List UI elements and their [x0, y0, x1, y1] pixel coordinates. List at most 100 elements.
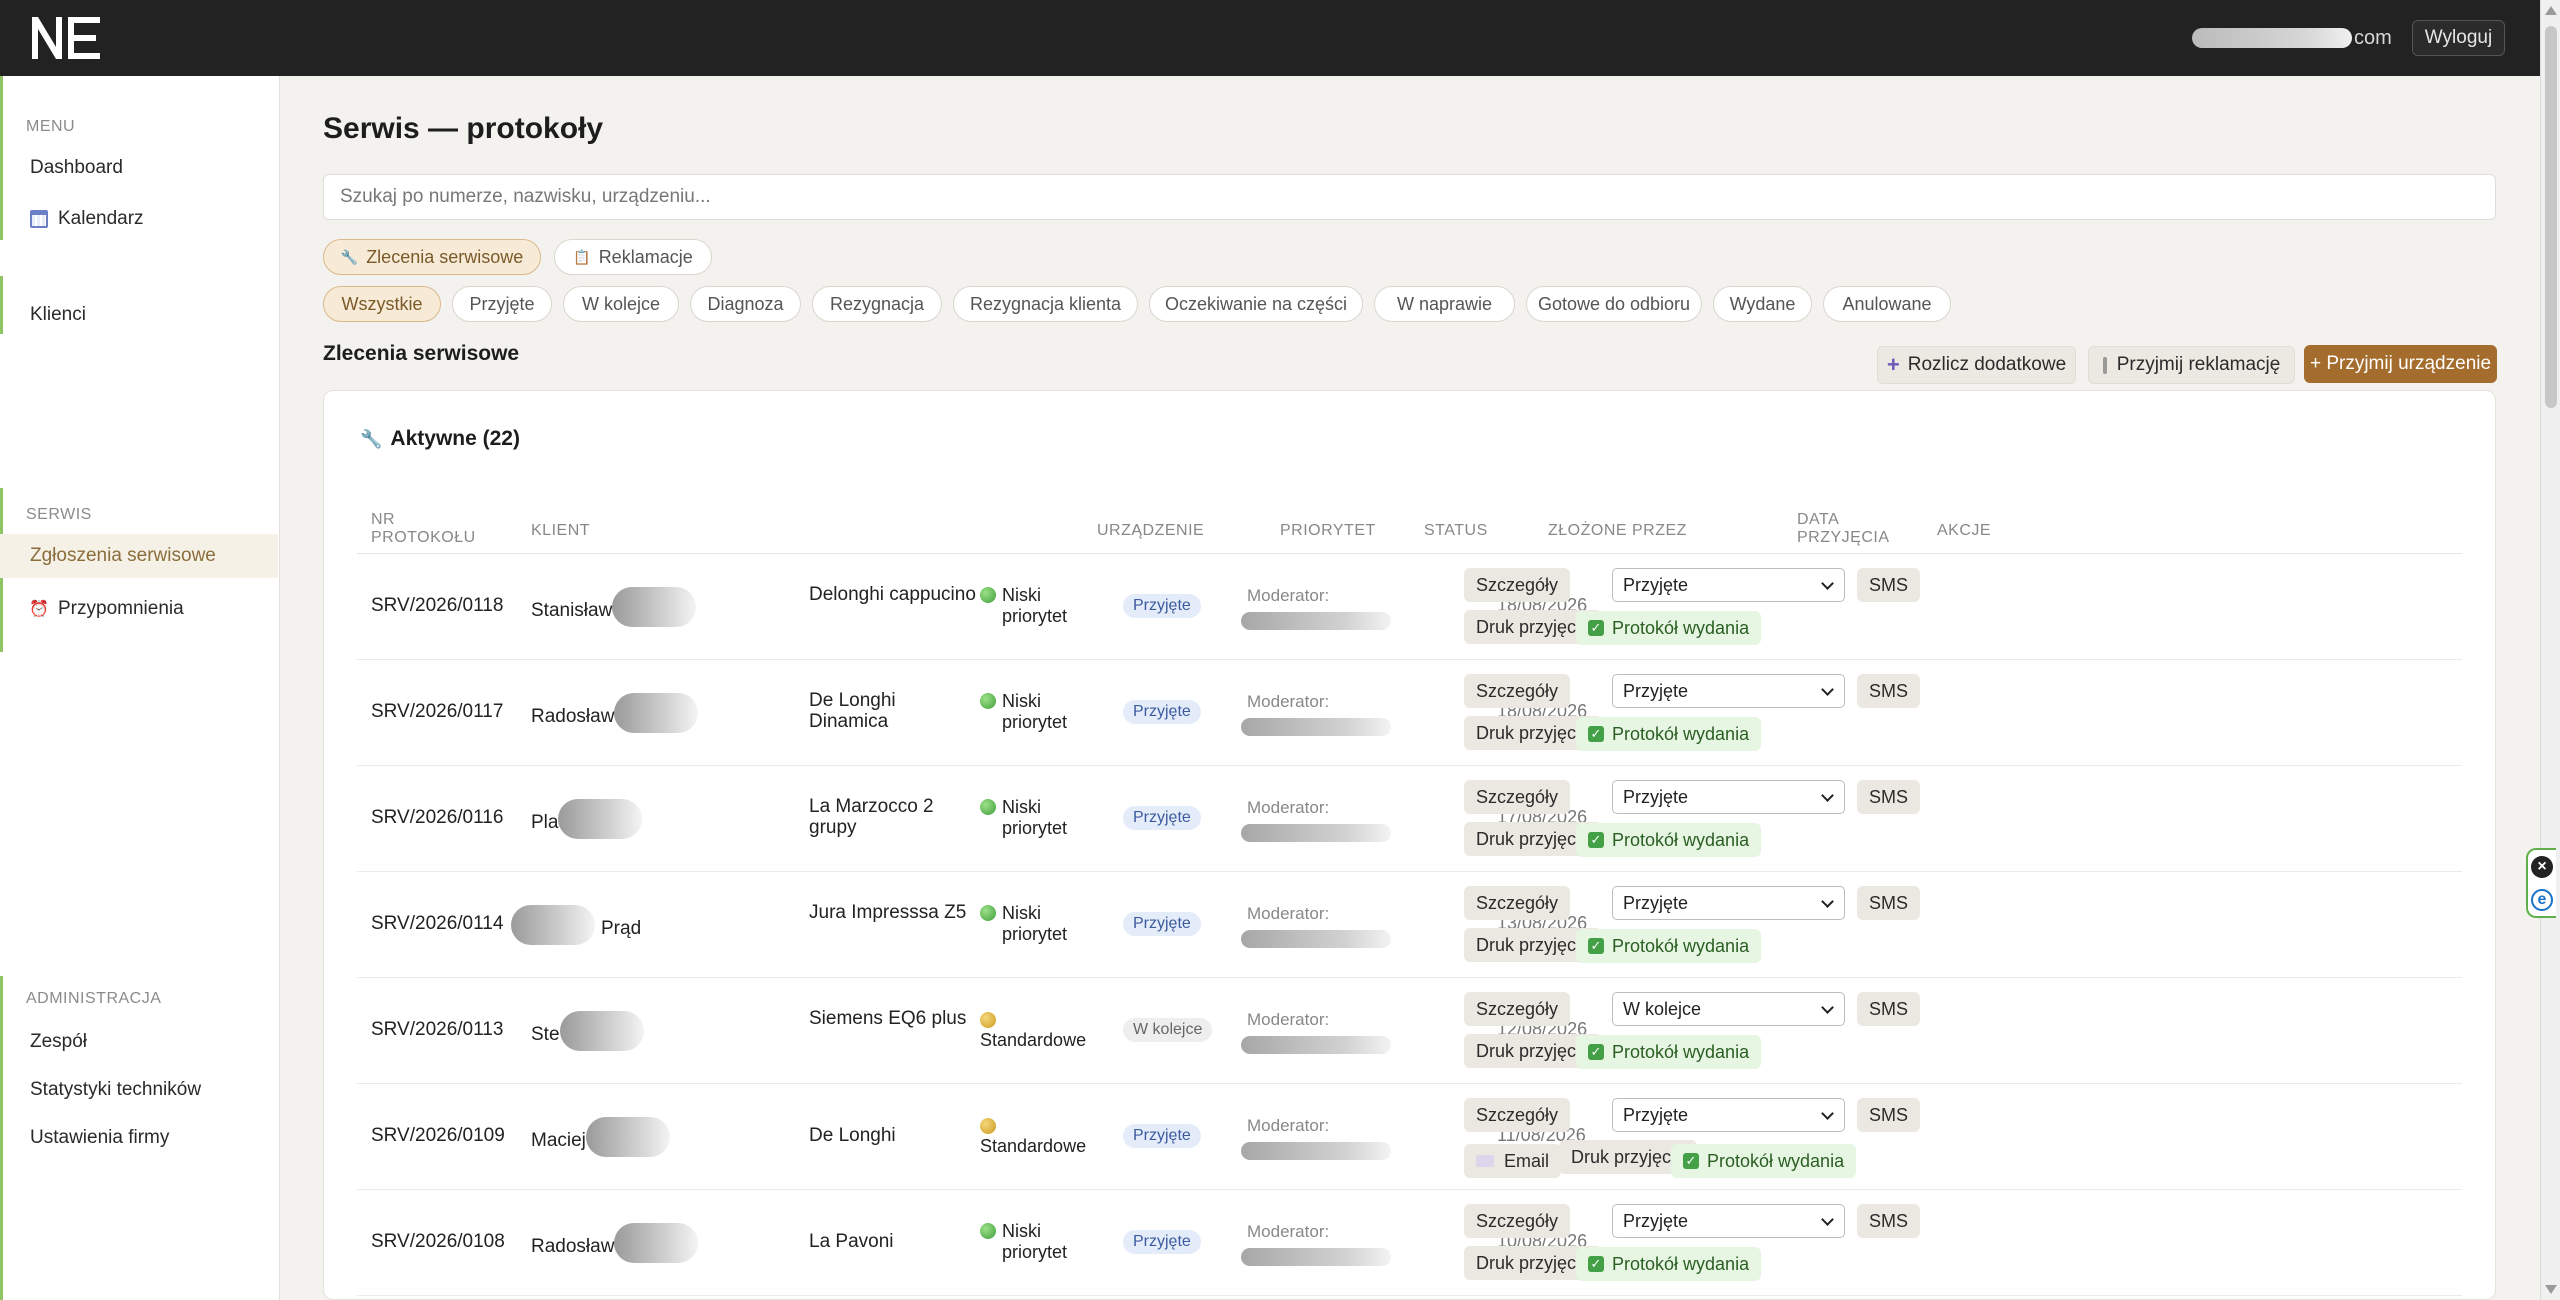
- client-name: Radosław: [531, 693, 699, 733]
- search-input[interactable]: [323, 174, 2496, 220]
- status-select[interactable]: W kolejce: [1612, 992, 1845, 1026]
- details-button[interactable]: Szczegóły: [1464, 1098, 1571, 1132]
- sidebar: MENU Dashboard Kalendarz Klienci SERWIS …: [0, 76, 280, 1300]
- filter-diagnosis[interactable]: Diagnoza: [690, 286, 801, 322]
- sidebar-item-clients[interactable]: Klienci: [0, 293, 278, 337]
- accept-complaint-button[interactable]: Przyjmij reklamację: [2088, 346, 2295, 384]
- scroll-up-arrow-icon[interactable]: [2545, 6, 2557, 15]
- filter-released[interactable]: Wydane: [1713, 286, 1812, 322]
- active-orders-card: 🔧 Aktywne (22) NR PROTOKOŁU KLIENT URZĄD…: [323, 390, 2496, 1300]
- release-protocol-button[interactable]: ✓ Protokół wydania: [1576, 929, 1762, 963]
- sidebar-item-calendar[interactable]: Kalendarz: [0, 197, 278, 241]
- email-button[interactable]: Email: [1464, 1144, 1562, 1178]
- calendar-icon: [30, 210, 48, 228]
- status-select[interactable]: Przyjęte: [1612, 1098, 1845, 1132]
- checkbox-checked-icon: ✓: [1588, 726, 1604, 742]
- checkbox-checked-icon: ✓: [1588, 938, 1604, 954]
- table-row[interactable]: SRV/2026/0113 Ste Siemens EQ6 plus Stand…: [357, 978, 2462, 1084]
- redacted-moderator-name: [1241, 1142, 1391, 1160]
- details-button[interactable]: Szczegóły: [1464, 886, 1571, 920]
- logout-button[interactable]: Wyloguj: [2412, 20, 2505, 56]
- email-icon: [1476, 1155, 1494, 1167]
- client-name: Maciej: [531, 1117, 670, 1157]
- chevron-down-icon: [1821, 1213, 1834, 1226]
- filter-awaiting-parts[interactable]: Oczekiwanie na części: [1149, 286, 1363, 322]
- table-row[interactable]: SRV/2026/0114 Prąd Jura Impresssa Z5 Nis…: [357, 872, 2462, 978]
- filter-queued[interactable]: W kolejce: [563, 286, 679, 322]
- protocol-number: SRV/2026/0117: [371, 701, 504, 722]
- details-button[interactable]: Szczegóły: [1464, 674, 1571, 708]
- table-row[interactable]: SRV/2026/0116 Pla La Marzocco 2 grupy Ni…: [357, 766, 2462, 872]
- release-protocol-button[interactable]: ✓ Protokół wydania: [1576, 717, 1762, 751]
- scroll-down-arrow-icon[interactable]: [2545, 1285, 2557, 1294]
- extension-e-icon[interactable]: e: [2531, 888, 2553, 911]
- redacted-client-name: [585, 1117, 670, 1157]
- release-protocol-button[interactable]: ✓ Protokół wydania: [1576, 611, 1762, 645]
- close-icon[interactable]: ×: [2531, 855, 2553, 878]
- status-select[interactable]: Przyjęte: [1612, 1204, 1845, 1238]
- sidebar-heading-admin: ADMINISTRACJA: [26, 990, 162, 1007]
- tab-service-orders[interactable]: 🔧 Zlecenia serwisowe: [323, 239, 541, 275]
- details-button[interactable]: Szczegóły: [1464, 568, 1571, 602]
- table-row[interactable]: SRV/2026/0117 Radosław De Longhi Dinamic…: [357, 660, 2462, 766]
- status-badge: Przyjęte: [1123, 806, 1201, 830]
- sms-button[interactable]: SMS: [1857, 992, 1921, 1026]
- filter-resignation[interactable]: Rezygnacja: [812, 286, 942, 322]
- priority: Standardowe: [980, 1010, 1086, 1051]
- sidebar-item-company-settings[interactable]: Ustawienia firmy: [0, 1116, 278, 1160]
- redacted-client-name: [559, 1011, 644, 1051]
- release-protocol-button[interactable]: ✓ Protokół wydania: [1576, 823, 1762, 857]
- device-name: Delonghi cappucino: [809, 584, 976, 605]
- settle-extra-button[interactable]: + Rozlicz dodatkowe: [1877, 346, 2076, 384]
- sidebar-item-team[interactable]: Zespół: [0, 1020, 278, 1064]
- sms-button[interactable]: SMS: [1857, 1204, 1921, 1238]
- extension-widget[interactable]: × e: [2526, 848, 2556, 918]
- sidebar-item-technician-stats[interactable]: Statystyki techników: [0, 1068, 278, 1112]
- sms-button[interactable]: SMS: [1857, 886, 1921, 920]
- brand-logo[interactable]: [30, 15, 102, 61]
- filter-in-repair[interactable]: W naprawie: [1374, 286, 1515, 322]
- tab-complaints[interactable]: 📋 Reklamacje: [554, 239, 712, 275]
- filter-all[interactable]: Wszystkie: [323, 286, 441, 322]
- details-button[interactable]: Szczegóły: [1464, 1204, 1571, 1238]
- details-button[interactable]: Szczegóły: [1464, 780, 1571, 814]
- wrench-icon: 🔧: [340, 248, 359, 265]
- protocol-number: SRV/2026/0113: [371, 1019, 504, 1040]
- sms-button[interactable]: SMS: [1857, 674, 1921, 708]
- status-select[interactable]: Przyjęte: [1612, 674, 1845, 708]
- status-select[interactable]: Przyjęte: [1612, 780, 1845, 814]
- status-badge: Przyjęte: [1123, 594, 1201, 618]
- created-by: Moderator:: [1241, 798, 1391, 842]
- redacted-client-name: [614, 1223, 699, 1263]
- sms-button[interactable]: SMS: [1857, 568, 1921, 602]
- filter-client-resignation[interactable]: Rezygnacja klienta: [953, 286, 1138, 322]
- sms-button[interactable]: SMS: [1857, 1098, 1921, 1132]
- table-row[interactable]: SRV/2026/0118 Stanisław Delonghi cappuci…: [357, 554, 2462, 660]
- release-protocol-button[interactable]: ✓ Protokół wydania: [1671, 1144, 1857, 1178]
- accept-device-button[interactable]: + Przyjmij urządzenie: [2304, 345, 2497, 383]
- release-protocol-button[interactable]: ✓ Protokół wydania: [1576, 1035, 1762, 1069]
- column-header-nr: NR PROTOKOŁU: [371, 511, 476, 546]
- sidebar-item-service-requests[interactable]: Zgłoszenia serwisowe: [0, 534, 278, 578]
- sidebar-item-reminders[interactable]: ⏰ Przypomnienia: [0, 587, 278, 631]
- priority: Niski priorytet: [980, 797, 1067, 839]
- column-header-client: KLIENT: [531, 522, 591, 539]
- priority-dot-icon: [980, 1223, 996, 1239]
- filter-ready-for-pickup[interactable]: Gotowe do odbioru: [1526, 286, 1702, 322]
- plus-icon: +: [1886, 352, 1900, 377]
- sms-button[interactable]: SMS: [1857, 780, 1921, 814]
- scroll-thumb[interactable]: [2545, 26, 2557, 408]
- release-protocol-button[interactable]: ✓ Protokół wydania: [1576, 1247, 1762, 1281]
- filter-accepted[interactable]: Przyjęte: [452, 286, 552, 322]
- status-select[interactable]: Przyjęte: [1612, 568, 1845, 602]
- sidebar-item-dashboard[interactable]: Dashboard: [0, 146, 278, 190]
- status-badge: Przyjęte: [1123, 1230, 1201, 1254]
- table-row[interactable]: SRV/2026/0109 Maciej De Longhi Standardo…: [357, 1084, 2462, 1190]
- status-select[interactable]: Przyjęte: [1612, 886, 1845, 920]
- table-row[interactable]: SRV/2026/0108 Radosław La Pavoni Niski p…: [357, 1190, 2462, 1296]
- filter-cancelled[interactable]: Anulowane: [1823, 286, 1951, 322]
- details-button[interactable]: Szczegóły: [1464, 992, 1571, 1026]
- page-scrollbar[interactable]: [2540, 0, 2560, 1300]
- chevron-down-icon: [1821, 683, 1834, 696]
- status-badge: Przyjęte: [1123, 912, 1201, 936]
